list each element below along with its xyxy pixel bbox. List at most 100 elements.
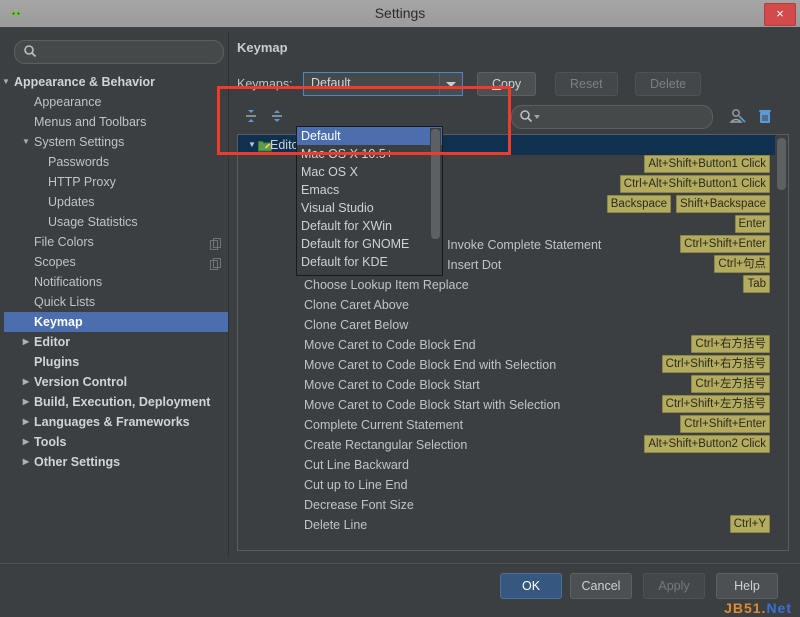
sidebar-item-http-proxy[interactable]: HTTP Proxy [4, 172, 228, 192]
sidebar-item-label: Usage Statistics [48, 215, 138, 229]
shortcut-badge[interactable]: Backspace [606, 195, 672, 213]
dropdown-option-mac-os-x-10-5[interactable]: Mac OS X 10.5+ [297, 145, 442, 163]
scrollbar-thumb[interactable] [777, 138, 786, 190]
sidebar-item-tools[interactable]: ▶ Tools [4, 432, 228, 452]
dropdown-option-emacs[interactable]: Emacs [297, 181, 442, 199]
action-shortcuts: Backspace Shift+Backspace [602, 195, 770, 215]
trash-icon[interactable] [755, 106, 775, 126]
copy-button[interactable]: Copy [477, 72, 537, 96]
chevron-right-icon[interactable]: ▶ [20, 432, 32, 452]
action-row[interactable]: Clone Caret Above [238, 295, 776, 315]
sidebar-item-other-settings[interactable]: ▶ Other Settings [4, 452, 228, 472]
action-row[interactable]: Decrease Font Size [238, 495, 776, 515]
action-row[interactable]: Complete Current Statement Ctrl+Shift+Ent… [238, 415, 776, 435]
sidebar-item-build-execution-deployment[interactable]: ▶ Build, Execution, Deployment [4, 392, 228, 412]
dropdown-option-default-for-kde[interactable]: Default for KDE [297, 253, 442, 271]
shortcut-badge[interactable]: Ctrl+右方括号 [691, 335, 770, 353]
shortcut-badge[interactable]: Ctrl+句点 [714, 255, 770, 273]
action-row[interactable]: Move Caret to Code Block Start with Sele… [238, 395, 776, 415]
shortcut-badge[interactable]: Ctrl+Shift+Enter [680, 235, 770, 253]
dropdown-option-visual-studio[interactable]: Visual Studio [297, 199, 442, 217]
chevron-down-icon[interactable]: ▼ [20, 132, 32, 152]
action-row[interactable]: Move Caret to Code Block Start Ctrl+左方括号 [238, 375, 776, 395]
sidebar-item-version-control[interactable]: ▶ Version Control [4, 372, 228, 392]
close-button[interactable]: × [764, 3, 796, 26]
action-row[interactable]: Move Caret to Code Block End Ctrl+右方括号 [238, 335, 776, 355]
chevron-down-icon[interactable]: ▼ [0, 72, 12, 92]
sidebar-item-editor[interactable]: ▶ Editor [4, 332, 228, 352]
action-shortcuts: Alt+Shift+Button1 Click [639, 155, 770, 175]
edit-shortcut-icon[interactable] [728, 106, 748, 126]
action-row[interactable]: Cut up to Line End [238, 475, 776, 495]
chevron-down-icon[interactable] [439, 73, 462, 95]
shortcut-badge[interactable]: Ctrl+Shift+Enter [680, 415, 770, 433]
action-list-scrollbar[interactable] [775, 136, 787, 550]
shortcut-badge[interactable]: Tab [743, 275, 770, 293]
copy-settings-icon[interactable] [210, 236, 221, 250]
sidebar-item-passwords[interactable]: Passwords [4, 152, 228, 172]
sidebar-item-system-settings[interactable]: ▼ System Settings [4, 132, 228, 152]
keymap-dropdown-list[interactable]: Default Mac OS X 10.5+ Mac OS X Emacs Visual… [296, 126, 443, 276]
sidebar-search[interactable] [14, 40, 224, 64]
sidebar-item-label: Version Control [34, 375, 128, 389]
watermark-part-a: JB51. [724, 600, 767, 616]
shortcut-badge[interactable]: Alt+Shift+Button1 Click [644, 155, 770, 173]
watermark-part-b: Net [766, 600, 792, 616]
dropdown-option-default[interactable]: Default [297, 127, 442, 145]
shortcut-badge[interactable]: Ctrl+Y [729, 515, 770, 533]
search-input[interactable] [41, 43, 217, 62]
dropdown-option-default-for-xwin[interactable]: Default for XWin [297, 217, 442, 235]
sidebar-item-languages-frameworks[interactable]: ▶ Languages & Frameworks [4, 412, 228, 432]
action-label: Move Caret to Code Block Start [304, 378, 480, 392]
sidebar-item-file-colors[interactable]: File Colors [4, 232, 228, 252]
help-button[interactable]: Help [716, 573, 778, 599]
action-row[interactable]: Delete Line Ctrl+Y [238, 515, 776, 535]
action-row[interactable]: Clone Caret Below [238, 315, 776, 335]
shortcut-badge[interactable]: Alt+Shift+Button2 Click [644, 435, 770, 453]
sidebar-item-quick-lists[interactable]: Quick Lists [4, 292, 228, 312]
sidebar-item-label: File Colors [34, 235, 94, 249]
dialog-body: ▼ Appearance & Behavior Appearance Menus an… [0, 27, 800, 563]
sidebar-item-appearance-behavior[interactable]: ▼ Appearance & Behavior [2, 72, 228, 92]
shortcut-badge[interactable]: Enter [734, 215, 770, 233]
shortcut-badge[interactable]: Ctrl+Shift+右方括号 [661, 355, 770, 373]
sidebar-item-notifications[interactable]: Notifications [4, 272, 228, 292]
chevron-down-icon[interactable] [534, 115, 540, 119]
chevron-down-icon[interactable]: ▼ [246, 135, 258, 155]
cancel-button[interactable]: Cancel [570, 573, 632, 599]
keymap-combobox[interactable]: Default [303, 72, 463, 96]
reset-button: Reset [555, 72, 618, 96]
dropdown-scrollbar-thumb[interactable] [431, 129, 440, 239]
action-label: Cut Line Backward [304, 458, 409, 472]
copy-settings-icon[interactable] [210, 256, 221, 270]
chevron-right-icon[interactable]: ▶ [20, 392, 32, 412]
action-row[interactable]: Move Caret to Code Block End with Select… [238, 355, 776, 375]
chevron-right-icon[interactable]: ▶ [20, 412, 32, 432]
chevron-right-icon[interactable]: ▶ [20, 452, 32, 472]
sidebar-item-scopes[interactable]: Scopes [4, 252, 228, 272]
action-row[interactable]: Create Rectangular Selection Alt+Shift+Bu… [238, 435, 776, 455]
chevron-right-icon[interactable]: ▶ [20, 372, 32, 392]
action-row[interactable]: Choose Lookup Item Replace Tab [238, 275, 776, 295]
sidebar-item-appearance[interactable]: Appearance [4, 92, 228, 112]
shortcut-badge[interactable]: Ctrl+左方括号 [691, 375, 770, 393]
sidebar-item-updates[interactable]: Updates [4, 192, 228, 212]
dropdown-option-default-for-gnome[interactable]: Default for GNOME [297, 235, 442, 253]
sidebar-item-menus-and-toolbars[interactable]: Menus and Toolbars [4, 112, 228, 132]
sidebar-item-plugins[interactable]: Plugins [4, 352, 228, 372]
dropdown-option-mac-os-x[interactable]: Mac OS X [297, 163, 442, 181]
sidebar-item-keymap[interactable]: Keymap [4, 312, 228, 332]
action-label: Clone Caret Above [304, 298, 409, 312]
dropdown-scrollbar[interactable] [430, 128, 441, 274]
find-shortcut-field[interactable] [511, 105, 713, 129]
chevron-right-icon[interactable]: ▶ [20, 332, 32, 352]
shortcut-badge[interactable]: Ctrl+Alt+Shift+Button1 Click [619, 175, 770, 193]
collapse-all-icon[interactable] [267, 106, 287, 126]
sidebar-item-usage-statistics[interactable]: Usage Statistics [4, 212, 228, 232]
find-input[interactable] [544, 108, 706, 127]
shortcut-badge[interactable]: Ctrl+Shift+左方括号 [661, 395, 770, 413]
shortcut-badge[interactable]: Shift+Backspace [676, 195, 770, 213]
expand-all-icon[interactable] [241, 106, 261, 126]
action-row[interactable]: Cut Line Backward [238, 455, 776, 475]
ok-button[interactable]: OK [500, 573, 562, 599]
